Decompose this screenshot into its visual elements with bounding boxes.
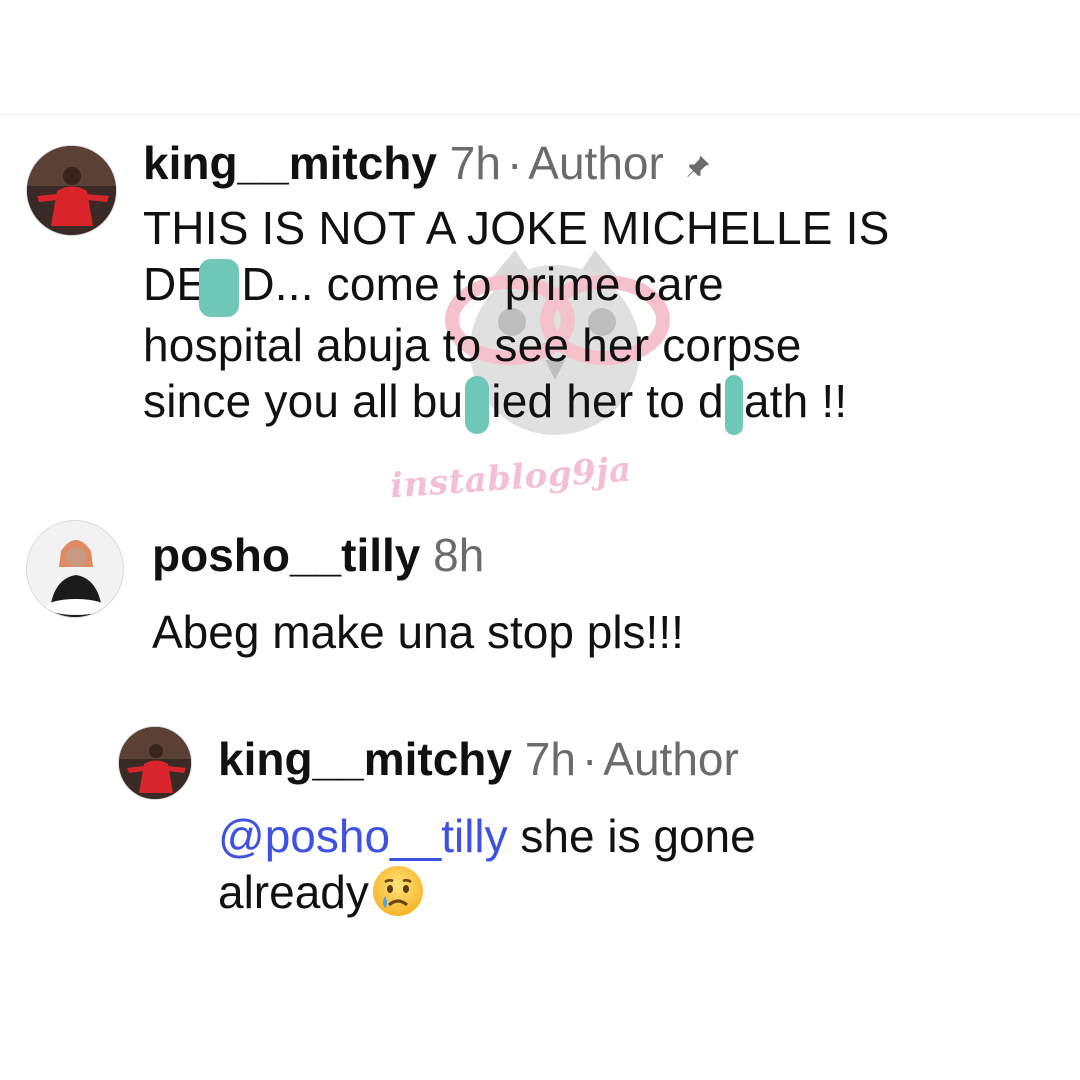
text-fragment: DE <box>143 258 208 311</box>
comment-text: Abeg make una stop pls!!! <box>152 606 684 658</box>
comment-time: 7h <box>524 733 576 785</box>
top-divider <box>0 114 1080 115</box>
text-fragment: D... come to prime care <box>241 258 724 311</box>
meta-separator: · <box>581 733 598 785</box>
avatar-image <box>119 727 191 799</box>
pin-icon <box>686 155 709 177</box>
comment-username[interactable]: king__mitchy <box>218 733 512 785</box>
avatar[interactable] <box>26 520 124 618</box>
mention-link[interactable]: @posho__tilly <box>218 810 508 862</box>
text-fragment: ath !! <box>743 375 848 428</box>
avatar-image <box>27 521 123 617</box>
redaction-mark <box>724 374 743 435</box>
avatar-image <box>27 146 116 235</box>
comment-text-line: hospital abuja to see her corpse <box>143 318 802 371</box>
text-fragment: already <box>218 866 369 919</box>
comment-text-line: @posho__tilly she is gone <box>218 808 1068 864</box>
comment-time: 7h <box>449 137 501 189</box>
comment-username[interactable]: king__mitchy <box>143 137 437 189</box>
redaction-mark <box>465 375 490 434</box>
comment-username[interactable]: posho__tilly <box>152 529 420 581</box>
redaction-mark <box>199 258 240 317</box>
author-badge: Author <box>603 733 739 785</box>
text-fragment: she is gone <box>507 810 756 862</box>
avatar[interactable] <box>26 145 117 236</box>
comment-time: 8h <box>433 529 485 581</box>
author-badge: Author <box>528 137 664 189</box>
crying-face-emoji-icon <box>372 866 423 917</box>
text-fragment: ied her to d <box>491 375 724 428</box>
comment-text-line: THIS IS NOT A JOKE MICHELLE IS <box>143 202 890 254</box>
comment-text-line: since you all bu ied her to d ath !! <box>143 373 1073 435</box>
watermark-text: instablog9ja <box>388 449 633 507</box>
comment-text: THIS IS NOT A JOKE MICHELLE IS DE D... co… <box>143 200 1073 435</box>
text-fragment: since you all bu <box>143 375 464 428</box>
comment-text: @posho__tilly she is gone already <box>218 808 1068 920</box>
avatar[interactable] <box>118 726 192 800</box>
comment-text-line: already <box>218 864 1068 920</box>
meta-separator: · <box>506 137 523 189</box>
comment-text-line: DE D... come to prime care <box>143 256 1073 317</box>
